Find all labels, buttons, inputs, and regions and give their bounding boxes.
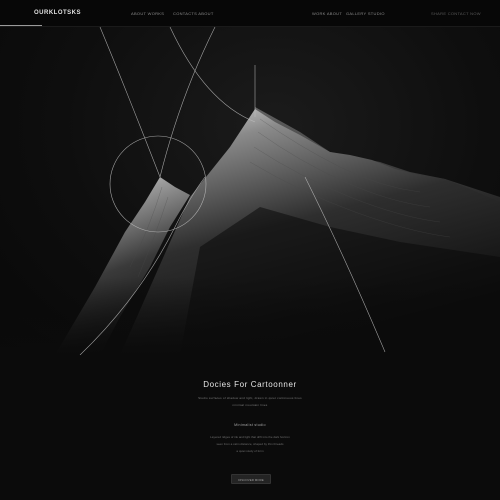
subtitle-line-1: Studio surfaces of shadow and light, dra… [198, 396, 302, 400]
discover-more-button[interactable]: DISCOVER MORE [231, 474, 271, 484]
page-title: Docies For Cartoonner [203, 380, 297, 389]
nav-link-3[interactable]: WORK ABOUT [312, 11, 342, 16]
section-title: Minimalist studio [234, 423, 266, 427]
page: OURKLOTSKS ABOUT WORKS CONTACTS ABOUT WO… [0, 0, 500, 500]
subtitle-line-2: minimal mountain lines [232, 403, 268, 407]
content-section: Docies For Cartoonner Studio surfaces of… [0, 355, 500, 500]
nav-link-4[interactable]: GALLERY STUDIO [346, 11, 385, 16]
brand-logo[interactable]: OURKLOTSKS [34, 10, 81, 16]
nav-link-1[interactable]: ABOUT WORKS [131, 11, 164, 16]
paragraph-line-1: Layered ridges of ink and light that dri… [210, 435, 290, 439]
paragraph-line-2: seen from a calm distance, shaped by thi… [216, 442, 284, 446]
nav-link-2[interactable]: CONTACTS ABOUT [173, 11, 214, 16]
active-indicator [0, 25, 42, 26]
nav-link-5[interactable]: SHARE CONTACT NOW [431, 11, 481, 16]
mountain-illustration [0, 27, 500, 355]
hero-artwork [0, 27, 500, 355]
paragraph-line-3: a quiet study of form [236, 449, 264, 453]
top-navigation-bar: OURKLOTSKS ABOUT WORKS CONTACTS ABOUT WO… [0, 0, 500, 27]
